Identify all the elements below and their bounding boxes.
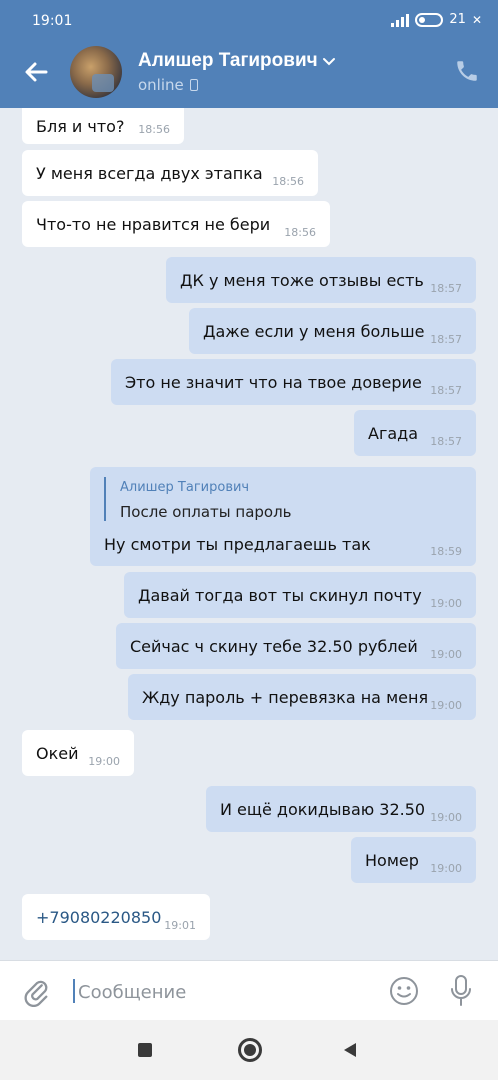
quoted-author[interactable]: Алишер Тагирович [120, 480, 249, 495]
message-outgoing[interactable]: Давай тогда вот ты скинул почту 19:00 [124, 572, 476, 618]
avatar[interactable] [70, 46, 122, 98]
phone-number-link[interactable]: +79080220850 [36, 908, 161, 927]
message-outgoing[interactable]: ДК у меня тоже отзывы есть 18:57 [166, 257, 476, 303]
message-incoming[interactable]: +79080220850 19:01 [22, 894, 210, 940]
quoted-text[interactable]: После оплаты пароль [120, 503, 292, 521]
contact-name[interactable]: Алишер Тагирович [138, 50, 318, 72]
quote-bar [104, 477, 106, 521]
message-outgoing[interactable]: Номер 19:00 [351, 837, 476, 883]
system-nav-bar [0, 1020, 498, 1080]
message-input[interactable] [78, 979, 368, 1005]
microphone-icon[interactable] [448, 973, 474, 1009]
text-caret [73, 979, 75, 1003]
signal-icon [391, 13, 410, 27]
message-incoming[interactable]: У меня всегда двух этапка 18:56 [22, 150, 318, 196]
attach-icon[interactable] [22, 975, 50, 1007]
message-text: Ну смотри ты предлагаешь так [104, 535, 371, 554]
chevron-down-icon[interactable] [322, 54, 336, 68]
home-icon[interactable] [238, 1038, 262, 1062]
message-outgoing[interactable]: Сейчас ч скину тебе 32.50 рублей 19:00 [116, 623, 476, 669]
recents-icon[interactable] [138, 1043, 152, 1057]
emoji-icon[interactable] [388, 975, 420, 1007]
clock: 19:01 [32, 13, 73, 29]
message-outgoing[interactable]: Жду пароль + перевязка на меня 19:00 [128, 674, 476, 720]
message-incoming[interactable]: Окей 19:00 [22, 730, 134, 776]
message-list[interactable]: Бля и что? 18:56 У меня всегда двух этап… [0, 108, 498, 960]
message-outgoing[interactable]: И ещё докидываю 32.50 19:00 [206, 786, 476, 832]
phone-icon[interactable] [454, 58, 480, 84]
status-bar: 19:01 21 ✕ [0, 0, 498, 40]
message-incoming[interactable]: Что-то не нравится не бери 18:56 [22, 201, 330, 247]
message-incoming[interactable]: Бля и что? 18:56 [22, 108, 184, 144]
online-status: online [138, 76, 184, 94]
back-nav-icon[interactable] [342, 1042, 358, 1058]
chat-header: 19:01 21 ✕ Алишер Тагирович online [0, 0, 498, 108]
message-composer [0, 960, 498, 1020]
message-outgoing[interactable]: Агада 18:57 [354, 410, 476, 456]
message-outgoing[interactable]: Даже если у меня больше 18:57 [189, 308, 476, 354]
message-outgoing-reply[interactable]: Алишер Тагирович После оплаты пароль Ну … [90, 467, 476, 566]
message-time: 18:59 [430, 545, 462, 558]
contact-status: online [138, 76, 198, 94]
back-arrow-icon[interactable] [22, 58, 50, 86]
mobile-icon [189, 79, 198, 91]
message-outgoing[interactable]: Это не значит что на твое доверие 18:57 [111, 359, 476, 405]
battery-level: 21 [449, 12, 466, 27]
charging-off-icon: ✕ [471, 12, 482, 27]
battery-icon [415, 12, 444, 27]
status-icons: 21 ✕ [391, 12, 482, 27]
